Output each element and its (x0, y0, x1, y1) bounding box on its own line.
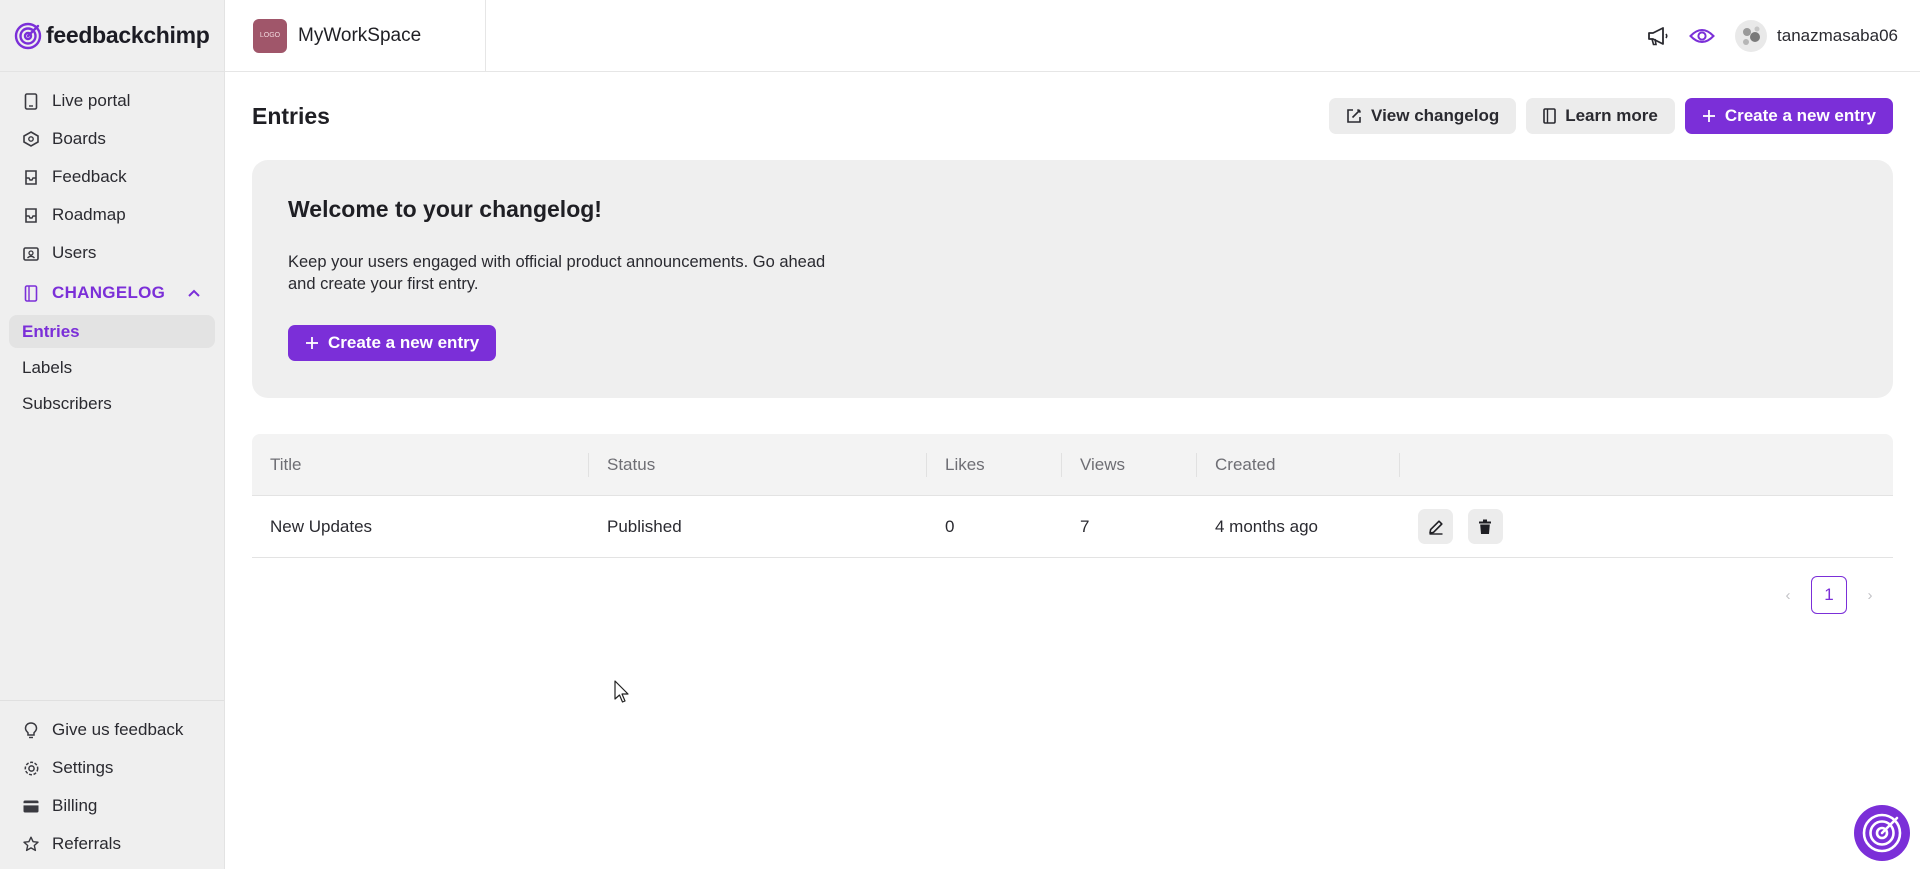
sidebar-item-referrals[interactable]: Referrals (0, 825, 224, 863)
sidebar-nav: Live portal Boards Feedback Roadmap User… (0, 72, 224, 420)
welcome-create-entry-label: Create a new entry (328, 333, 480, 352)
sidebar-item-boards[interactable]: Boards (0, 120, 224, 158)
sidebar-subitem-subscribers[interactable]: Subscribers (9, 387, 215, 420)
welcome-title: Welcome to your changelog! (288, 196, 602, 222)
learn-more-button[interactable]: Learn more (1526, 98, 1675, 134)
edit-button[interactable] (1418, 509, 1453, 544)
view-changelog-label: View changelog (1371, 106, 1500, 125)
sidebar-item-label: Users (52, 243, 97, 262)
target-logo-icon (1862, 813, 1902, 853)
sidebar-item-label: Referrals (52, 834, 121, 853)
table-header: Title Status Likes Views Created (252, 434, 1893, 496)
sidebar-item-label: Boards (52, 129, 106, 148)
sidebar-bottom-nav: Give us feedback Settings Billing Referr… (0, 700, 224, 869)
brand-name: feedbackchimp (46, 22, 210, 48)
avatar[interactable] (1735, 19, 1768, 52)
roadmap-icon (22, 206, 40, 224)
help-widget-button[interactable] (1854, 805, 1910, 861)
workspace-name: MyWorkSpace (298, 24, 422, 46)
learn-more-label: Learn more (1565, 106, 1658, 125)
sidebar-item-settings[interactable]: Settings (0, 749, 224, 787)
sidebar-subitem-entries[interactable]: Entries (9, 315, 215, 348)
sidebar-item-billing[interactable]: Billing (0, 787, 224, 825)
eye-icon[interactable] (1687, 21, 1717, 51)
gear-icon (22, 759, 40, 777)
welcome-card: Welcome to your changelog! Keep your use… (252, 160, 1893, 398)
lightbulb-icon (22, 721, 40, 739)
column-header-title[interactable]: Title (252, 452, 589, 477)
cell-actions (1400, 509, 1893, 544)
sidebar-item-label: Roadmap (52, 205, 126, 224)
users-icon (22, 244, 40, 262)
create-entry-button[interactable]: Create a new entry (1684, 98, 1893, 134)
column-header-likes[interactable]: Likes (927, 452, 1062, 477)
column-header-actions (1400, 453, 1893, 477)
workspace-logo: LOGO (253, 18, 287, 53)
welcome-create-entry-button[interactable]: Create a new entry (288, 325, 497, 361)
workspace-switcher[interactable]: LOGO MyWorkSpace (225, 0, 486, 72)
plus-icon (1702, 109, 1716, 123)
welcome-body: Keep your users engaged with official pr… (288, 253, 826, 293)
workspace-logo-text: LOGO (259, 32, 281, 39)
create-entry-label: Create a new entry (1724, 106, 1876, 125)
cell-views: 7 (1080, 516, 1090, 536)
card-icon (22, 797, 40, 815)
delete-button[interactable] (1467, 509, 1503, 544)
sidebar-item-feedback[interactable]: Feedback (0, 158, 224, 196)
sidebar-section-changelog[interactable]: CHANGELOG (0, 274, 224, 312)
pagination: ‹ 1 › (252, 576, 1893, 614)
brand-logo-icon (14, 22, 42, 49)
sidebar-item-label: Feedback (52, 167, 127, 186)
brand[interactable]: feedbackchimp (0, 0, 224, 72)
column-header-created[interactable]: Created (1197, 452, 1400, 477)
cell-created: 4 months ago (1215, 516, 1319, 536)
top-right-controls: tanazmasaba06 (1629, 19, 1920, 52)
column-header-views[interactable]: Views (1062, 452, 1197, 477)
cell-title: New Updates (270, 516, 373, 536)
cell-status: Published (607, 516, 682, 536)
next-page-button[interactable]: › (1855, 577, 1885, 613)
sidebar-item-give-feedback[interactable]: Give us feedback (0, 711, 224, 749)
username[interactable]: tanazmasaba06 (1777, 26, 1898, 46)
page-header: Entries View changelog Learn more Create… (252, 72, 1893, 160)
header-actions: View changelog Learn more Create a new e… (1319, 98, 1893, 134)
mouse-cursor-icon (614, 680, 629, 703)
board-icon (22, 130, 40, 148)
column-header-status[interactable]: Status (589, 452, 927, 477)
sidebar-item-label: Settings (52, 758, 114, 777)
table-row[interactable]: New Updates Published 0 7 4 months ago (252, 496, 1893, 558)
sidebar-section-label: CHANGELOG (52, 283, 166, 302)
chevron-up-icon[interactable] (188, 289, 200, 297)
top-bar: LOGO MyWorkSpace tanazmasaba06 (225, 0, 1920, 72)
prev-page-button[interactable]: ‹ (1773, 577, 1803, 613)
cell-likes: 0 (945, 516, 955, 536)
sidebar-item-label: Live portal (52, 91, 131, 110)
sidebar-item-live-portal[interactable]: Live portal (0, 82, 224, 120)
sidebar-item-users[interactable]: Users (0, 234, 224, 272)
book-icon (22, 284, 40, 302)
trash-icon (1479, 519, 1492, 534)
page-title: Entries (252, 102, 330, 129)
pencil-icon (1428, 519, 1443, 535)
sidebar-item-label: Billing (52, 796, 98, 815)
megaphone-icon[interactable] (1643, 21, 1673, 51)
sidebar: feedbackchimp Live portal Boards Feedbac… (0, 0, 225, 869)
tablet-icon (22, 92, 40, 110)
sidebar-subitem-labels[interactable]: Labels (9, 351, 215, 384)
view-changelog-button[interactable]: View changelog (1329, 98, 1517, 134)
main-content: Entries View changelog Learn more Create… (252, 72, 1893, 614)
entries-table: Title Status Likes Views Created New Upd… (252, 434, 1893, 558)
sidebar-item-label: Give us feedback (52, 720, 184, 739)
star-icon (22, 835, 40, 853)
plus-icon (305, 336, 319, 350)
book-icon (1543, 108, 1557, 124)
inbox-icon (22, 168, 40, 186)
sidebar-item-roadmap[interactable]: Roadmap (0, 196, 224, 234)
edit-external-icon (1346, 108, 1362, 124)
page-number-current[interactable]: 1 (1811, 576, 1847, 614)
